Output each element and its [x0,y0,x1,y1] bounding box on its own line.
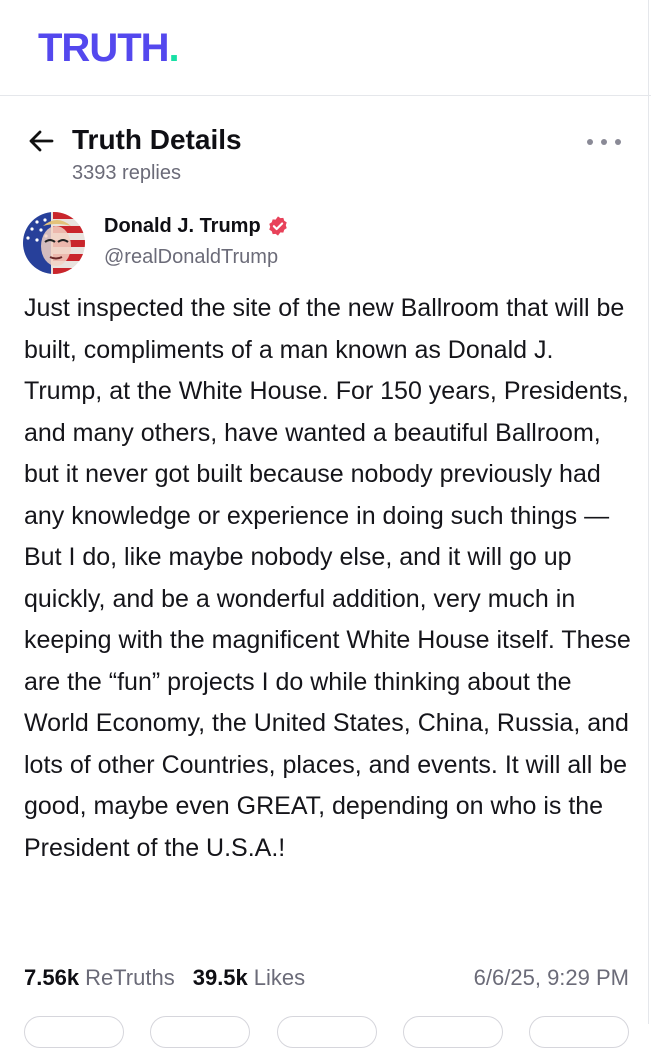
replies-count[interactable]: 3393 replies [72,162,181,185]
arrow-left-icon [29,130,54,152]
more-options-button[interactable] [587,136,621,148]
action-bar [24,1016,629,1048]
verified-badge-icon [268,216,287,236]
author-handle[interactable]: @realDonaldTrump [104,246,278,269]
retruths-label: ReTruths [85,965,175,990]
back-button[interactable] [26,126,56,156]
avatar-image [23,212,85,274]
truth-logo[interactable]: TRUTH. [38,26,180,70]
bookmark-button[interactable] [529,1016,629,1048]
likes-stat[interactable]: 39.5k Likes [193,965,305,991]
retruth-button[interactable] [150,1016,251,1048]
logo-dot: . [168,26,180,70]
logo-word: TRUTH [38,26,170,70]
author-name-text: Donald J. Trump [104,215,261,237]
post-timestamp: 6/6/25, 9:29 PM [473,965,629,990]
reply-button[interactable] [24,1016,124,1048]
post-text: Just inspected the site of the new Ballr… [24,294,631,862]
likes-count: 39.5k [192,965,248,990]
likes-label: Likes [253,965,306,990]
retruths-stat[interactable]: 7.56k ReTruths [24,965,175,991]
retruths-count: 7.56k [24,965,80,990]
share-button[interactable] [402,1016,503,1048]
avatar[interactable] [23,212,85,274]
post-stats: 7.56k ReTruths 39.5k Likes 6/6/25, 9:29 … [24,962,629,994]
page-header: Truth Details 3393 replies [0,118,651,198]
like-button[interactable] [276,1016,377,1048]
author-name[interactable]: Donald J. Trump [104,213,289,239]
page-title: Truth Details [72,124,242,155]
top-bar: TRUTH. [0,0,651,96]
more-horizontal-icon [587,139,593,145]
